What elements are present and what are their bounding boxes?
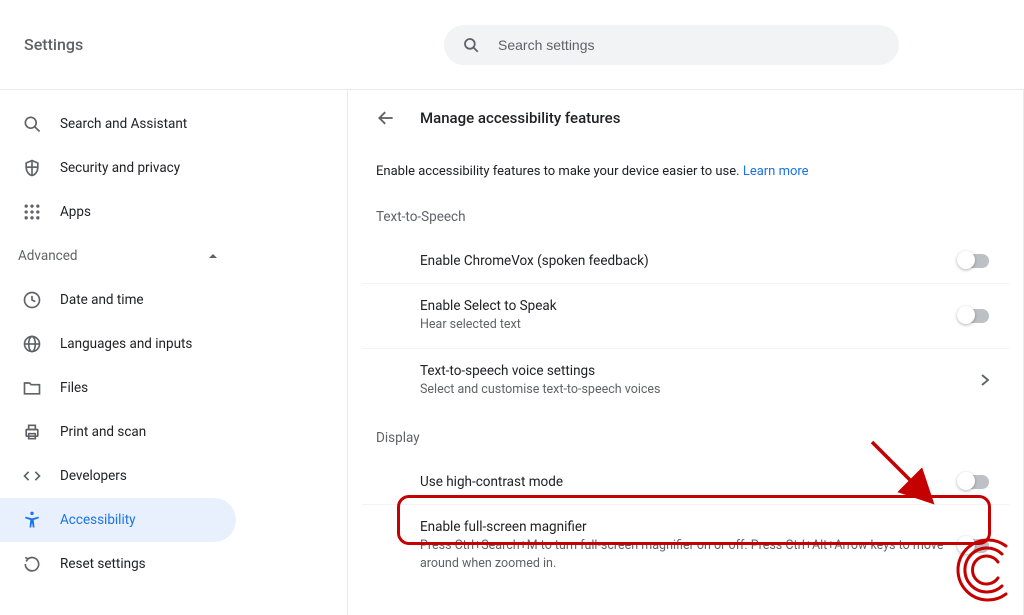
page-title: Manage accessibility features <box>420 109 620 127</box>
sidebar-section-advanced[interactable]: Advanced <box>0 234 236 278</box>
search-input[interactable] <box>498 37 881 53</box>
sidebar-item-label: Reset settings <box>60 556 146 572</box>
row-title: Use high-contrast mode <box>420 474 959 490</box>
settings-row[interactable]: Text-to-speech voice settings Select and … <box>362 349 1009 413</box>
settings-row: Enable ChromeVox (spoken feedback) <box>362 239 1009 284</box>
row-text: Enable full-screen magnifier Press Ctrl+S… <box>420 519 959 572</box>
row-title: Enable full-screen magnifier <box>420 519 959 535</box>
row-subtitle: Press Ctrl+Search+M to turn full-screen … <box>420 537 959 572</box>
intro-text: Enable accessibility features to make yo… <box>350 158 1021 209</box>
chevron-up-icon <box>208 251 218 261</box>
sidebar-item-label: Date and time <box>60 292 144 308</box>
intro-text-content: Enable accessibility features to make yo… <box>376 164 743 179</box>
reset-icon <box>22 554 42 574</box>
sidebar-item-label: Languages and inputs <box>60 336 192 352</box>
chevron-right-icon <box>981 374 989 386</box>
toggle-switch[interactable] <box>959 539 989 553</box>
code-icon <box>22 466 42 486</box>
settings-group: Text-to-Speech Enable ChromeVox (spoken f… <box>350 209 1021 430</box>
row-title: Text-to-speech voice settings <box>420 363 981 379</box>
sidebar-item-a11y[interactable]: Accessibility <box>0 498 236 542</box>
globe-icon <box>22 334 42 354</box>
row-text: Enable ChromeVox (spoken feedback) <box>420 253 959 269</box>
group-label: Text-to-Speech <box>350 209 1021 239</box>
section-label: Advanced <box>18 248 78 264</box>
sidebar-item-label: Apps <box>60 204 91 220</box>
printer-icon <box>22 422 42 442</box>
app-header: Settings <box>0 0 1024 90</box>
settings-group: Display Use high-contrast mode Enable full… <box>350 430 1021 604</box>
sidebar-item-search[interactable]: Search and Assistant <box>0 102 236 146</box>
sidebar: Search and Assistant Security and privacy… <box>0 90 348 615</box>
search-icon <box>22 114 42 134</box>
sidebar-item-code[interactable]: Developers <box>0 454 236 498</box>
sidebar-item-label: Security and privacy <box>60 160 180 176</box>
toggle-switch[interactable] <box>959 309 989 323</box>
sidebar-item-label: Print and scan <box>60 424 146 440</box>
a11y-icon <box>22 510 42 530</box>
back-button[interactable] <box>376 108 396 128</box>
main-panel: Manage accessibility features Enable acc… <box>348 90 1024 615</box>
learn-more-link[interactable]: Learn more <box>743 164 809 179</box>
row-text: Enable Select to Speak Hear selected text <box>420 298 959 334</box>
shield-icon <box>22 158 42 178</box>
folder-icon <box>22 378 42 398</box>
row-text: Text-to-speech voice settings Select and … <box>420 363 981 399</box>
toggle-switch[interactable] <box>959 254 989 268</box>
sidebar-item-label: Search and Assistant <box>60 116 187 132</box>
sidebar-item-label: Accessibility <box>60 512 136 528</box>
row-title: Enable ChromeVox (spoken feedback) <box>420 253 959 269</box>
sidebar-item-apps[interactable]: Apps <box>0 190 236 234</box>
page-header: Manage accessibility features <box>350 108 1021 158</box>
sidebar-item-reset[interactable]: Reset settings <box>0 542 236 586</box>
sidebar-item-printer[interactable]: Print and scan <box>0 410 236 454</box>
sidebar-item-globe[interactable]: Languages and inputs <box>0 322 236 366</box>
toggle-switch[interactable] <box>959 475 989 489</box>
settings-row: Use high-contrast mode <box>362 460 1009 505</box>
row-title: Enable Select to Speak <box>420 298 959 314</box>
sidebar-item-label: Files <box>60 380 88 396</box>
search-field[interactable] <box>444 25 899 65</box>
apps-icon <box>22 202 42 222</box>
sidebar-item-clock[interactable]: Date and time <box>0 278 236 322</box>
sidebar-item-folder[interactable]: Files <box>0 366 236 410</box>
settings-row: Enable full-screen magnifier Press Ctrl+S… <box>362 505 1009 586</box>
row-subtitle: Hear selected text <box>420 316 959 334</box>
row-text: Use high-contrast mode <box>420 474 959 490</box>
row-subtitle: Select and customise text-to-speech voic… <box>420 381 981 399</box>
app-title: Settings <box>24 35 444 54</box>
group-label: Display <box>350 430 1021 460</box>
search-icon <box>462 36 480 54</box>
settings-row: Enable Select to Speak Hear selected text <box>362 284 1009 349</box>
sidebar-item-label: Developers <box>60 468 127 484</box>
sidebar-item-shield[interactable]: Security and privacy <box>0 146 236 190</box>
clock-icon <box>22 290 42 310</box>
